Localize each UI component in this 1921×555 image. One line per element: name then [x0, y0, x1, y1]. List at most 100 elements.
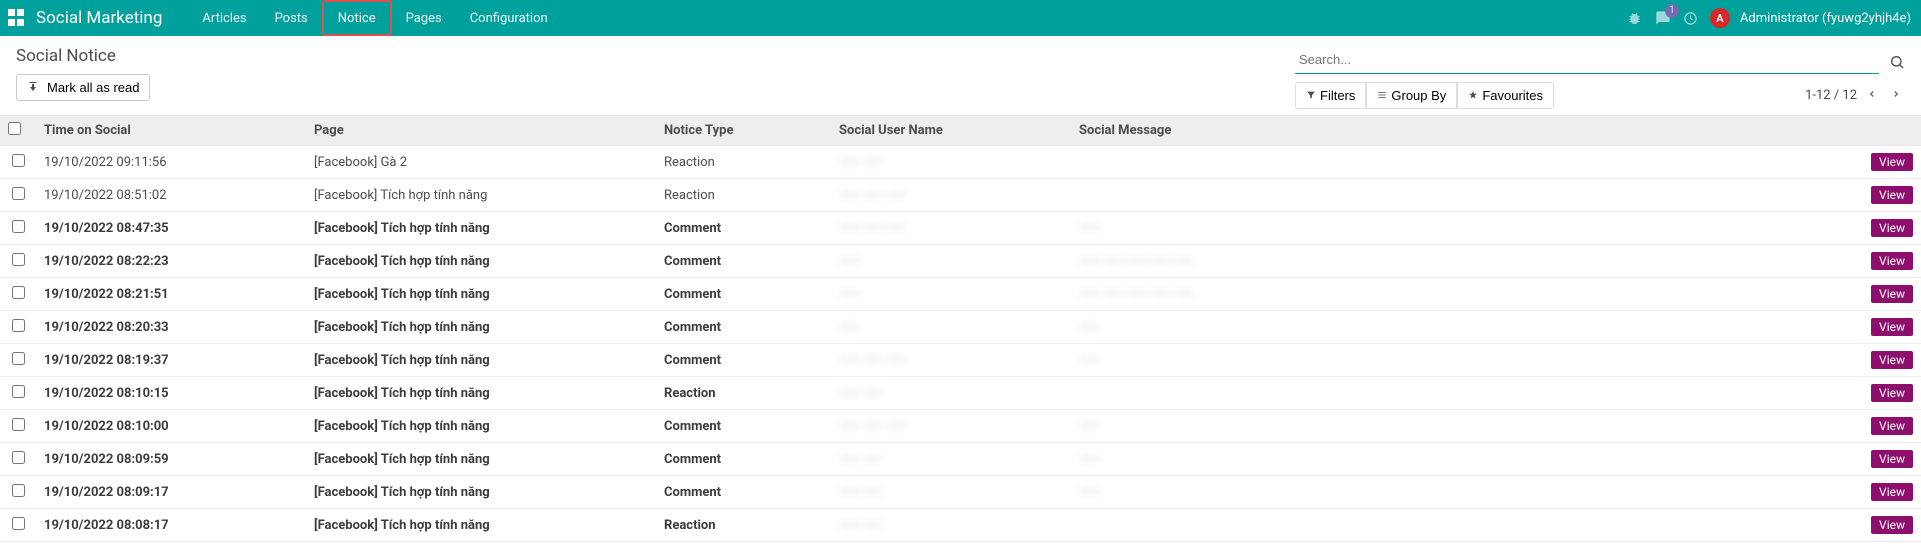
view-button[interactable]: View: [1871, 384, 1913, 402]
view-button[interactable]: View: [1871, 450, 1913, 468]
cell-msg: ——: [1071, 212, 1845, 245]
favourites-label: Favourites: [1482, 88, 1543, 103]
cell-page: [Facebook] Gà 2: [306, 146, 656, 179]
apps-icon[interactable]: [8, 9, 26, 27]
row-checkbox[interactable]: [12, 517, 25, 530]
nav-pages[interactable]: Pages: [392, 0, 456, 36]
table-row[interactable]: 19/10/2022 08:51:02[Facebook] Tích hợp t…: [0, 179, 1921, 212]
cell-view: View: [1845, 443, 1921, 476]
view-button[interactable]: View: [1871, 219, 1913, 237]
nav-configuration[interactable]: Configuration: [456, 0, 562, 36]
cell-page: [Facebook] Tích hợp tính năng: [306, 245, 656, 278]
table-row[interactable]: 19/10/2022 08:10:00[Facebook] Tích hợp t…: [0, 410, 1921, 443]
table-row[interactable]: 19/10/2022 08:10:15[Facebook] Tích hợp t…: [0, 377, 1921, 410]
filters-button[interactable]: Filters: [1295, 82, 1366, 109]
row-check-cell: [0, 311, 36, 344]
mark-all-read-button[interactable]: Mark all as read: [16, 74, 150, 101]
bug-icon[interactable]: [1626, 9, 1644, 27]
row-check-cell: [0, 212, 36, 245]
row-checkbox[interactable]: [12, 385, 25, 398]
table-row[interactable]: 19/10/2022 08:09:17[Facebook] Tích hợp t…: [0, 476, 1921, 509]
cell-time: 19/10/2022 08:10:15: [36, 377, 306, 410]
cell-page: [Facebook] Tích hợp tính năng: [306, 179, 656, 212]
cell-type: Reaction: [656, 509, 831, 542]
cell-type: Comment: [656, 476, 831, 509]
row-checkbox[interactable]: [12, 220, 25, 233]
user-menu[interactable]: Administrator (fyuwg2yhjh4e): [1740, 11, 1911, 26]
search-icon[interactable]: [1889, 54, 1905, 74]
table-row[interactable]: 19/10/2022 08:22:23[Facebook] Tích hợp t…: [0, 245, 1921, 278]
cell-page: [Facebook] Tích hợp tính năng: [306, 311, 656, 344]
row-check-cell: [0, 344, 36, 377]
row-checkbox[interactable]: [12, 253, 25, 266]
table-row[interactable]: 19/10/2022 08:09:59[Facebook] Tích hợp t…: [0, 443, 1921, 476]
cell-time: 19/10/2022 09:11:56: [36, 146, 306, 179]
view-button[interactable]: View: [1871, 318, 1913, 336]
nav-notice[interactable]: Notice: [322, 0, 392, 36]
row-checkbox[interactable]: [12, 154, 25, 167]
cell-user: —— —— ——: [831, 212, 1071, 245]
star-icon: [1468, 88, 1478, 103]
view-button[interactable]: View: [1871, 252, 1913, 270]
view-button[interactable]: View: [1871, 285, 1913, 303]
messages-badge: 1: [1665, 4, 1679, 18]
pager-next[interactable]: [1887, 86, 1905, 105]
table-row[interactable]: 19/10/2022 09:11:56[Facebook] Gà 2Reacti…: [0, 146, 1921, 179]
brand-title[interactable]: Social Marketing: [36, 8, 162, 28]
col-user-header[interactable]: Social User Name: [831, 116, 1071, 146]
table-header-row: Time on Social Page Notice Type Social U…: [0, 116, 1921, 146]
view-button[interactable]: View: [1871, 153, 1913, 171]
table-row[interactable]: 19/10/2022 08:47:35[Facebook] Tích hợp t…: [0, 212, 1921, 245]
table-row[interactable]: 19/10/2022 08:21:51[Facebook] Tích hợp t…: [0, 278, 1921, 311]
table-row[interactable]: 19/10/2022 08:20:33[Facebook] Tích hợp t…: [0, 311, 1921, 344]
col-msg-header[interactable]: Social Message: [1071, 116, 1845, 146]
view-button[interactable]: View: [1871, 351, 1913, 369]
cell-type: Comment: [656, 344, 831, 377]
table-row[interactable]: 19/10/2022 08:08:17[Facebook] Tích hợp t…: [0, 509, 1921, 542]
messages-icon[interactable]: 1: [1654, 9, 1672, 27]
cell-type: Reaction: [656, 146, 831, 179]
nav-articles[interactable]: Articles: [188, 0, 260, 36]
col-type-header[interactable]: Notice Type: [656, 116, 831, 146]
view-button[interactable]: View: [1871, 417, 1913, 435]
cell-user: —— ——: [831, 509, 1071, 542]
row-checkbox[interactable]: [12, 319, 25, 332]
row-checkbox[interactable]: [12, 187, 25, 200]
col-time-header[interactable]: Time on Social: [36, 116, 306, 146]
select-all-checkbox[interactable]: [8, 122, 21, 135]
cell-msg: ——: [1071, 410, 1845, 443]
avatar[interactable]: A: [1710, 8, 1730, 28]
groupby-button[interactable]: Group By: [1366, 82, 1457, 109]
row-checkbox[interactable]: [12, 451, 25, 464]
cell-view: View: [1845, 146, 1921, 179]
table-row[interactable]: 19/10/2022 08:19:37[Facebook] Tích hợp t…: [0, 344, 1921, 377]
cell-view: View: [1845, 377, 1921, 410]
view-button[interactable]: View: [1871, 483, 1913, 501]
cell-view: View: [1845, 311, 1921, 344]
row-checkbox[interactable]: [12, 484, 25, 497]
row-checkbox[interactable]: [12, 352, 25, 365]
col-page-header[interactable]: Page: [306, 116, 656, 146]
view-button[interactable]: View: [1871, 516, 1913, 534]
row-check-cell: [0, 146, 36, 179]
cell-type: Comment: [656, 311, 831, 344]
clock-icon[interactable]: [1682, 9, 1700, 27]
cell-page: [Facebook] Tích hợp tính năng: [306, 212, 656, 245]
cell-user: —— —— ——: [831, 410, 1071, 443]
cell-time: 19/10/2022 08:21:51: [36, 278, 306, 311]
control-left: Social Notice Mark all as read: [16, 46, 150, 101]
notice-table: Time on Social Page Notice Type Social U…: [0, 115, 1921, 542]
favourites-button[interactable]: Favourites: [1457, 82, 1554, 109]
search-input[interactable]: [1295, 46, 1879, 74]
cell-time: 19/10/2022 08:10:00: [36, 410, 306, 443]
nav-posts[interactable]: Posts: [261, 0, 322, 36]
cell-user: ——: [831, 278, 1071, 311]
cell-msg: ——: [1071, 344, 1845, 377]
cell-view: View: [1845, 509, 1921, 542]
cell-time: 19/10/2022 08:19:37: [36, 344, 306, 377]
row-checkbox[interactable]: [12, 418, 25, 431]
pager-prev[interactable]: [1863, 86, 1881, 105]
row-checkbox[interactable]: [12, 286, 25, 299]
topbar: Social Marketing Articles Posts Notice P…: [0, 0, 1921, 36]
view-button[interactable]: View: [1871, 186, 1913, 204]
